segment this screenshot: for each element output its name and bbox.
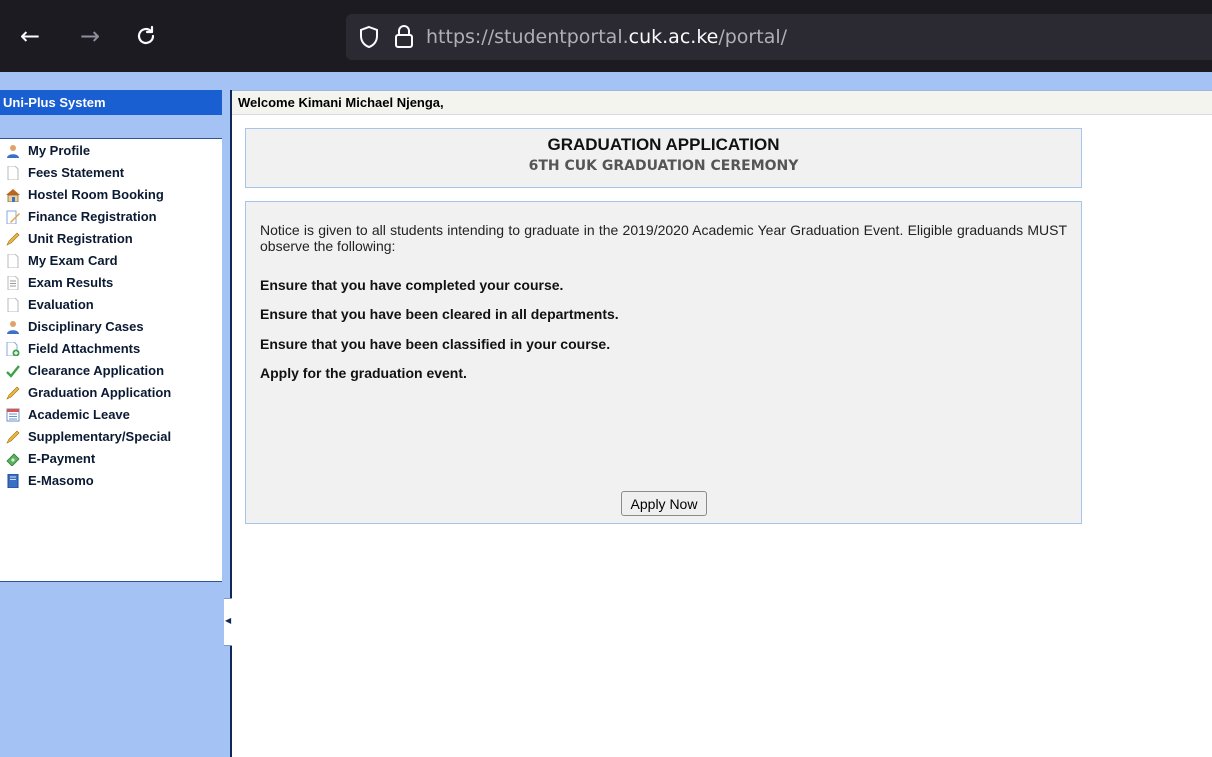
url-prefix: https://studentportal. [426, 26, 629, 48]
sidebar-item-label: Graduation Application [28, 385, 172, 400]
user-icon [7, 145, 19, 158]
sidebar-item-label: Disciplinary Cases [28, 319, 144, 334]
sidebar-item-label: Fees Statement [28, 165, 125, 180]
notice-text: Notice is given to all students intendin… [260, 222, 1067, 254]
sidebar-item-label: Unit Registration [28, 231, 133, 246]
document-icon [7, 166, 19, 180]
user-icon [7, 321, 19, 334]
page-subtitle: 6TH CUK GRADUATION CEREMONY [528, 158, 799, 174]
house-icon [6, 189, 20, 202]
lock-icon[interactable] [393, 24, 415, 50]
page-top-band [0, 72, 1212, 90]
collapse-arrow-icon: ◀ [225, 616, 232, 625]
sidebar-item-label: My Exam Card [28, 253, 118, 268]
welcome-message: Welcome Kimani Michael Njenga, [232, 90, 1212, 115]
pencil-icon [6, 232, 20, 246]
back-arrow-icon[interactable]: ← [14, 20, 46, 52]
book-icon [7, 474, 19, 488]
notice-panel: Notice is given to all students intendin… [245, 201, 1082, 524]
calendar-icon [6, 408, 20, 422]
url-bar[interactable]: https://studentportal.cuk.ac.ke/portal/ [346, 14, 1212, 60]
money-icon [6, 453, 20, 466]
sidebar-item-label: Hostel Room Booking [28, 187, 164, 202]
url-suffix: /portal/ [718, 26, 788, 48]
url-text[interactable]: https://studentportal.cuk.ac.ke/portal/ [426, 14, 787, 60]
requirement-item: Ensure that you have been classified in … [260, 336, 611, 352]
title-panel: GRADUATION APPLICATION 6TH CUK GRADUATIO… [245, 128, 1082, 188]
sidebar-item-label: Exam Results [28, 275, 114, 290]
page-title: GRADUATION APPLICATION [547, 135, 780, 154]
sidebar-item-label: Evaluation [28, 297, 94, 312]
forward-arrow-icon[interactable]: → [74, 20, 106, 52]
checkmark-icon [6, 365, 20, 378]
browser-toolbar: ← → https://studentportal.cuk.ac.ke/port… [0, 0, 1212, 72]
sidebar-item-label: Field Attachments [28, 341, 141, 356]
pencil-icon [6, 430, 20, 444]
reload-icon[interactable] [130, 20, 162, 52]
apply-now-button[interactable]: Apply Now [621, 491, 707, 516]
sidebar-item-label: My Profile [28, 143, 91, 158]
sidebar-item-label: Finance Registration [28, 209, 157, 224]
sidebar-item-label: Supplementary/Special [28, 429, 172, 444]
sidebar-item-label: E-Payment [28, 451, 96, 466]
document-add-icon [6, 342, 20, 356]
sidebar-item-label: Academic Leave [28, 407, 130, 422]
document-icon [7, 254, 19, 268]
document-icon [7, 298, 19, 312]
requirement-item: Ensure that you have been cleared in all… [260, 306, 619, 322]
sidebar-menu: My Profile Fees Statement Hostel Room Bo… [0, 138, 222, 582]
sidebar: Uni-Plus System My Profile Fees Statemen… [0, 90, 222, 757]
pencil-icon [6, 386, 20, 400]
sidebar-item-label: Clearance Application [28, 363, 165, 378]
url-domain: cuk.ac.ke [628, 26, 719, 48]
text-document-icon [7, 276, 19, 290]
requirement-item: Ensure that you have completed your cour… [260, 277, 564, 293]
sidebar-title: Uni-Plus System [0, 90, 222, 115]
main-content: Welcome Kimani Michael Njenga, GRADUATIO… [232, 90, 1212, 757]
requirement-item: Apply for the graduation event. [260, 365, 467, 381]
tracking-shield-icon[interactable] [358, 25, 380, 49]
collapse-sidebar-handle[interactable]: ◀ [224, 598, 232, 646]
edit-document-icon [6, 210, 20, 224]
sidebar-item-label: E-Masomo [28, 473, 94, 488]
